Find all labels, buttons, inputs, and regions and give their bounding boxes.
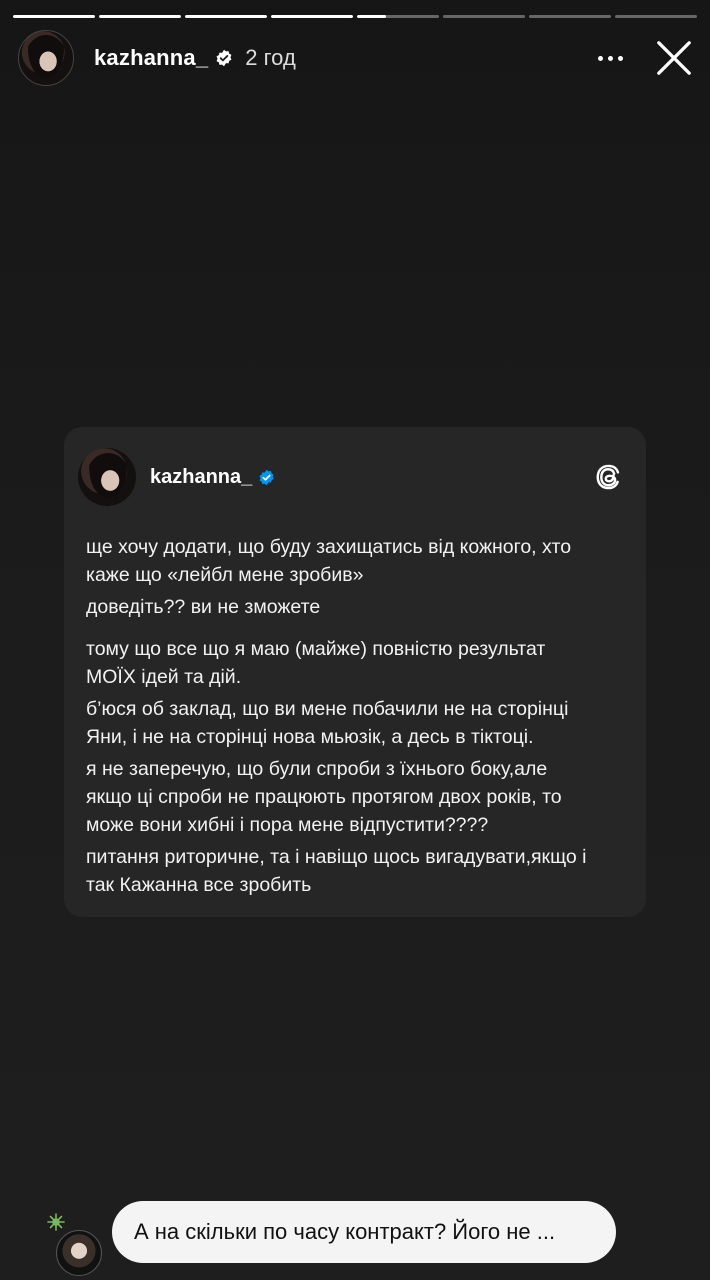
threads-logo-icon [596,464,620,490]
verified-badge-icon [215,49,233,67]
post-paragraph: я не заперечую, що були спроби з їхнього… [86,758,562,836]
more-horizontal-icon [597,55,603,61]
progress-segment [615,15,697,18]
threads-post-text: ще хочу додати, що буду захищатись від к… [86,533,624,899]
post-paragraph: б’юся об заклад, що ви мене побачили не … [86,698,569,748]
reply-sender [42,1212,102,1276]
threads-post-header: kazhanna_ [78,447,624,507]
more-options-button[interactable] [590,38,630,78]
story-progress [13,15,697,18]
avatar[interactable] [56,1230,102,1276]
story-username[interactable]: kazhanna_ [94,45,208,71]
progress-segment-fill [357,15,386,18]
reply-message-bubble[interactable]: А на скільки по часу контракт? Його не .… [112,1201,616,1263]
avatar [78,448,136,506]
story-header: kazhanna_ 2 год [18,30,696,86]
progress-segment [357,15,439,18]
post-paragraph: тому що все що я маю (майже) повністю ре… [86,638,546,688]
avatar[interactable] [18,30,74,86]
progress-segment-fill [99,15,181,18]
progress-segment-fill [13,15,95,18]
threads-post-username: kazhanna_ [150,465,253,488]
post-paragraph: доведіть?? ви не зможете [86,596,321,618]
progress-segment [185,15,267,18]
progress-segment [99,15,181,18]
reply-message-text: А на скільки по часу контракт? Його не .… [134,1219,556,1244]
close-button[interactable] [652,36,696,80]
progress-segment-fill [185,15,267,18]
progress-segment [271,15,353,18]
sparkle-icon [47,1213,65,1231]
post-paragraph: питання риторичне, та і навіщо щось вига… [86,846,587,896]
verified-badge-icon [258,469,275,486]
progress-segment [529,15,611,18]
close-icon [657,41,691,75]
progress-segment [443,15,525,18]
progress-segment [13,15,95,18]
post-paragraph: ще хочу додати, що буду захищатись від к… [86,536,572,586]
story-time: 2 год [245,45,296,70]
story-screen: kazhanna_ 2 год kazhanna_ ще хочу додати… [0,0,710,1280]
threads-post-card[interactable]: kazhanna_ ще хочу додати, що буду захища… [64,427,646,917]
progress-segment-fill [271,15,353,18]
